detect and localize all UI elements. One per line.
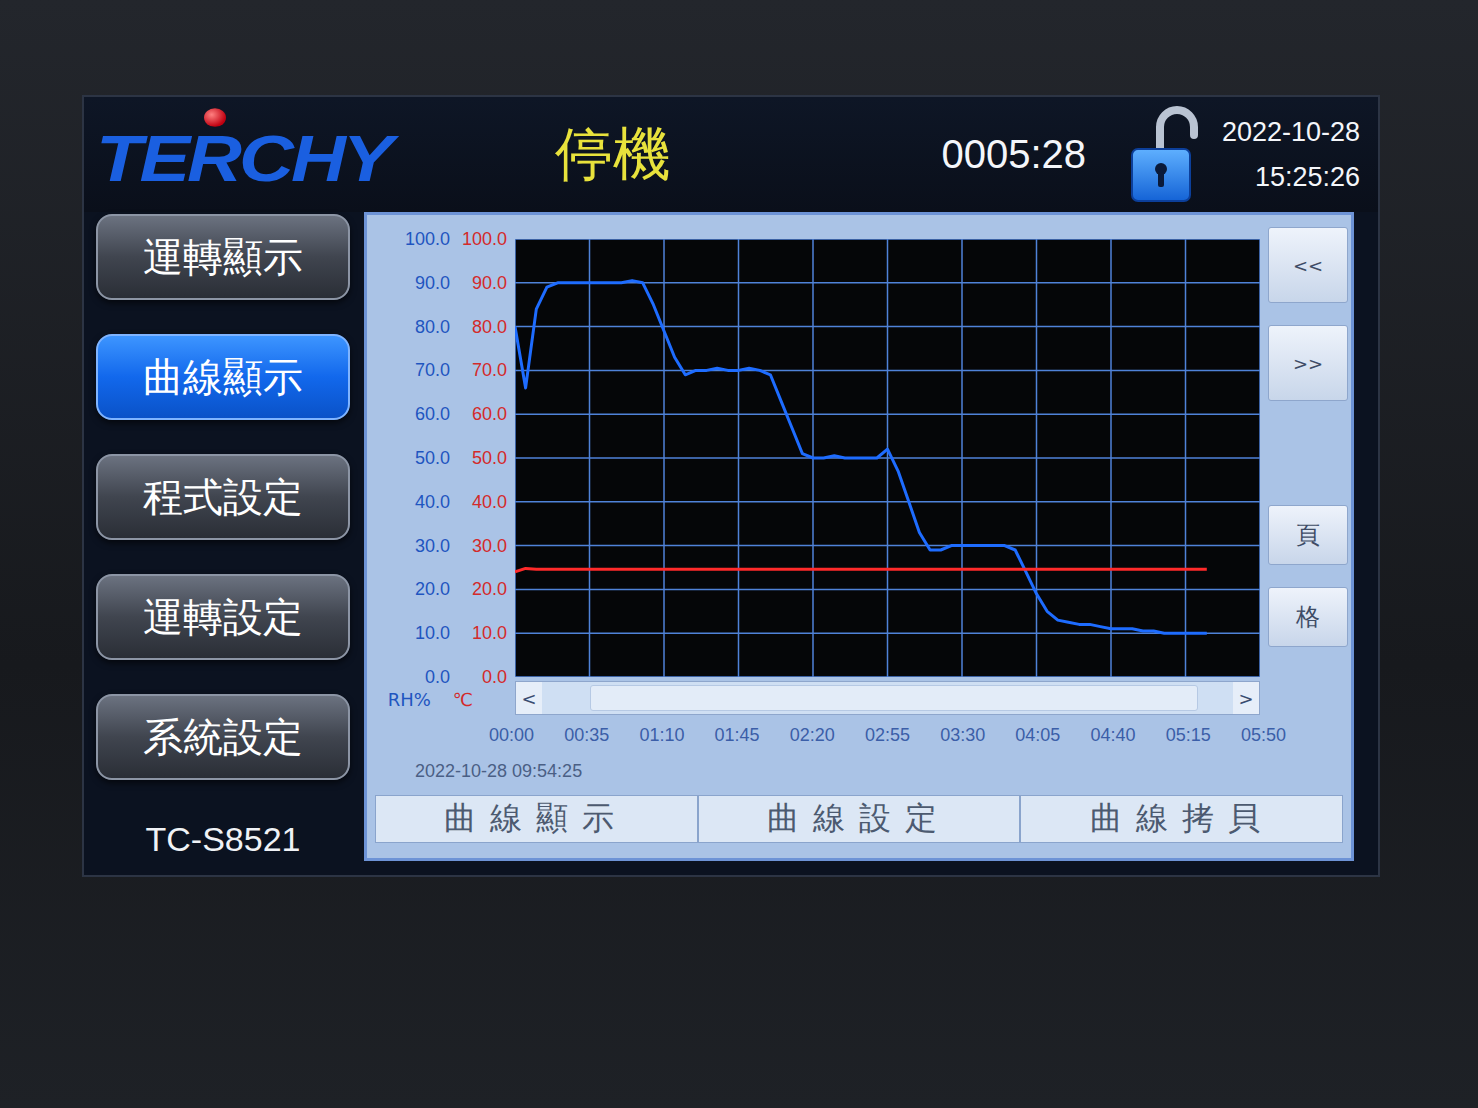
y-tick: 30.0 (472, 534, 507, 558)
y-tick: 100.0 (462, 227, 507, 251)
x-tick: 05:50 (1241, 725, 1286, 757)
y-tick: 0.0 (482, 665, 507, 689)
y-axis: 100.0 90.0 80.0 70.0 60.0 50.0 40.0 30.0 20.0 10.… (405, 227, 450, 689)
y-tick: 40.0 (415, 490, 450, 514)
y-tick: 10.0 (415, 621, 450, 645)
y-tick: 50.0 (472, 446, 507, 470)
grid-line (515, 370, 1260, 372)
axis-unit: ℃ (453, 689, 473, 721)
trend-chart (515, 239, 1260, 677)
x-tick: 00:00 (489, 725, 534, 757)
grid-line (515, 326, 1260, 328)
y-tick: 50.0 (415, 446, 450, 470)
y-tick: 20.0 (415, 577, 450, 601)
logo: TERCHY (96, 113, 390, 195)
body: 運轉顯示曲線顯示程式設定運轉設定系統設定TC-S8521100.090.080.… (84, 212, 1378, 875)
chart-buttons: << >> 頁格 (1268, 227, 1348, 677)
y-tick: 30.0 (415, 534, 450, 558)
start-time: 2022-10-28 09:54:25 (375, 761, 1260, 791)
x-axis-labels: 00:00 00:35 01:10 01:45 02:20 02:55 03:30 04:05… (489, 725, 1286, 757)
y-tick: 80.0 (415, 315, 450, 339)
tab[interactable]: 曲線設定 (698, 795, 1021, 843)
y-tick: 60.0 (415, 402, 450, 426)
tab[interactable]: 曲線顯示 (375, 795, 698, 843)
device-bezel: TERCHY 停機 0005:28 2022-10-28 15:25:26 運轉顯示曲線顯… (0, 0, 1478, 1108)
sidebar-item[interactable]: 系統設定 (96, 694, 350, 780)
chart-grid: 100.090.080.070.060.050.040.030.020.010.… (375, 239, 1343, 791)
scroll-left-button[interactable]: < (516, 682, 542, 714)
scroll-thumb[interactable] (590, 685, 1198, 711)
series-line (515, 281, 1207, 634)
sidebar-item[interactable]: 運轉設定 (96, 574, 350, 660)
grid-line (515, 676, 1260, 677)
sidebar-item[interactable]: 曲線顯示 (96, 334, 350, 420)
x-tick: 01:45 (715, 725, 760, 757)
scroll-right-button[interactable]: > (1233, 682, 1259, 714)
x-tick: 02:55 (865, 725, 910, 757)
y-tick: 100.0 (405, 227, 450, 251)
x-tick: 00:35 (564, 725, 609, 757)
y-tick: 80.0 (472, 315, 507, 339)
grid-line (515, 457, 1260, 459)
y-tick: 70.0 (472, 358, 507, 382)
y-tick: 40.0 (472, 490, 507, 514)
date: 2022-10-28 (1222, 117, 1360, 148)
y-tick: 70.0 (415, 358, 450, 382)
y-tick: 10.0 (472, 621, 507, 645)
grid-line (515, 589, 1260, 591)
grid-line (515, 239, 1260, 240)
x-tick: 04:05 (1015, 725, 1060, 757)
grid-line (515, 501, 1260, 503)
prev-button[interactable]: << (1268, 227, 1348, 303)
scrollbar[interactable]: <> (515, 681, 1260, 715)
next-button[interactable]: >> (1268, 325, 1348, 401)
y-tick: 0.0 (425, 665, 450, 689)
series-line (515, 568, 1207, 572)
x-tick: 03:30 (940, 725, 985, 757)
time: 15:25:26 (1255, 162, 1360, 193)
sidebar-item[interactable]: 程式設定 (96, 454, 350, 540)
x-tick: 02:20 (790, 725, 835, 757)
bottom-tabs: 曲線顯示曲線設定曲線拷貝 (375, 795, 1343, 843)
grid-line (515, 413, 1260, 415)
chart-panel: 100.0 90.0 80.0 70.0 60.0 50.0 40.0 30.0 20.0 10.… (364, 212, 1354, 861)
sidebar-item[interactable]: 運轉顯示 (96, 214, 350, 300)
page-button[interactable]: 頁 (1268, 505, 1348, 565)
model-label: TC-S8521 (146, 820, 301, 859)
sidebar: 運轉顯示曲線顯示程式設定運轉設定系統設定 TC-S8521 (84, 212, 364, 861)
x-tick: 01:10 (639, 725, 684, 757)
y-axis-labels: 100.0 90.0 80.0 70.0 60.0 50.0 40.0 30.0 20.0 10.… (375, 227, 507, 689)
x-tick: 05:15 (1166, 725, 1211, 757)
datetime: 2022-10-28 15:25:26 (1222, 117, 1360, 193)
status: 停機 (555, 116, 671, 194)
logo-dot-icon (204, 108, 226, 127)
grid-line (515, 632, 1260, 634)
y-tick: 60.0 (472, 402, 507, 426)
header: TERCHY 停機 0005:28 2022-10-28 15:25:26 (84, 97, 1378, 212)
grid-button[interactable]: 格 (1268, 587, 1348, 647)
axis-unit: RH% (388, 689, 431, 721)
tab[interactable]: 曲線拷貝 (1020, 795, 1343, 843)
hmi-screen: TERCHY 停機 0005:28 2022-10-28 15:25:26 運轉顯示曲線顯… (82, 95, 1380, 877)
unlock-icon[interactable] (1126, 105, 1198, 205)
y-tick: 90.0 (472, 271, 507, 295)
grid-line (515, 545, 1260, 547)
x-tick: 04:40 (1091, 725, 1136, 757)
y-axis: 100.0 90.0 80.0 70.0 60.0 50.0 40.0 30.0 20.0 10.… (462, 227, 507, 689)
scroll-track[interactable] (542, 682, 1233, 714)
timer: 0005:28 (941, 132, 1086, 177)
y-tick: 20.0 (472, 577, 507, 601)
y-tick: 90.0 (415, 271, 450, 295)
axis-units: RH% ℃ (375, 681, 507, 721)
